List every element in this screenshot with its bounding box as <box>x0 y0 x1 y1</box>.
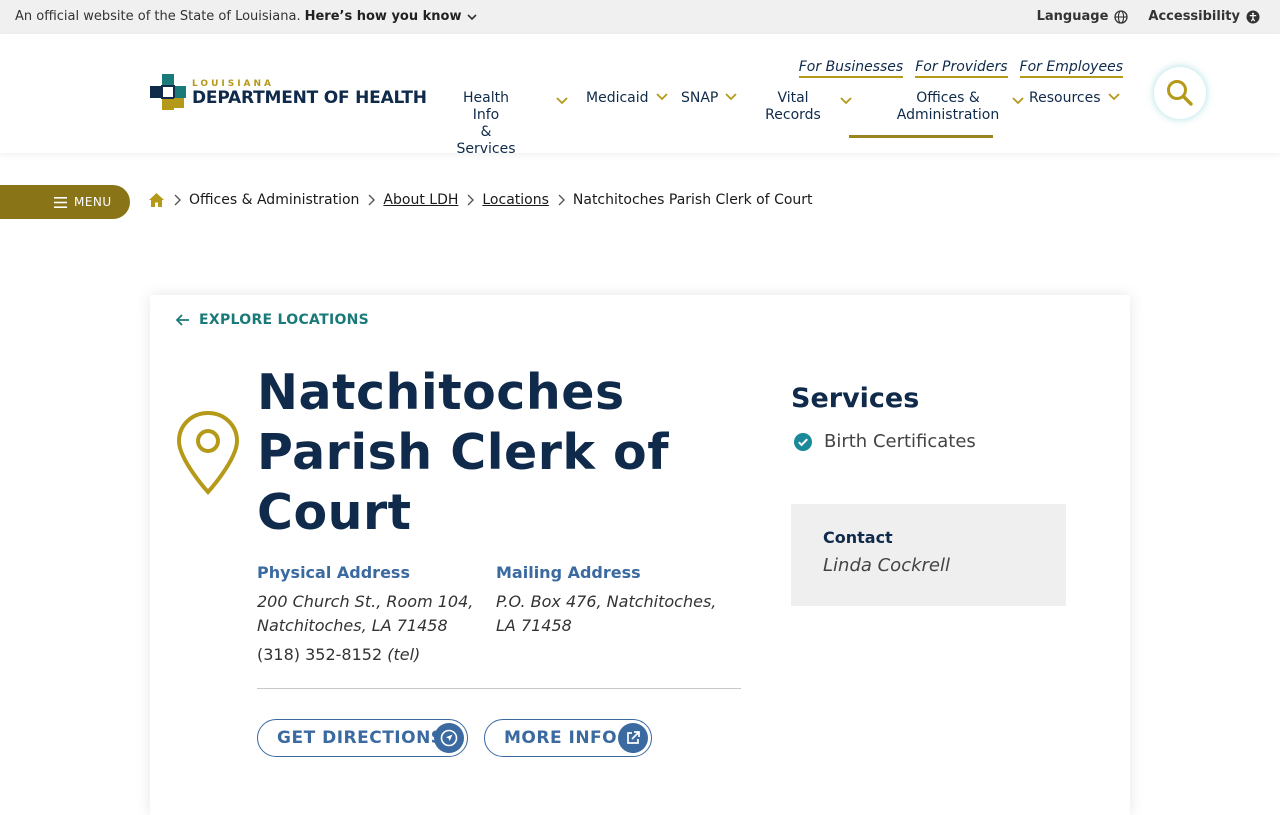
chevron-right-icon <box>558 194 565 206</box>
utility-links: For Businesses For Providers For Employe… <box>798 59 1123 78</box>
chevron-down-icon <box>725 93 738 101</box>
hamburger-icon <box>54 196 67 208</box>
contact-heading: Contact <box>823 528 893 547</box>
services-heading: Services <box>791 383 920 414</box>
accessibility-label: Accessibility <box>1148 9 1240 24</box>
service-item: Birth Certificates <box>793 431 976 452</box>
nav-label: Resources <box>1029 90 1101 106</box>
external-link-icon <box>627 731 640 744</box>
more-info-icon-circle <box>618 723 648 753</box>
contact-box: Contact Linda Cockrell <box>791 504 1066 606</box>
breadcrumb-about-ldh[interactable]: About LDH <box>383 192 458 208</box>
contact-name: Linda Cockrell <box>823 555 950 576</box>
physical-address-line1: 200 Church St., Room 104, <box>257 592 474 611</box>
chevron-right-icon <box>174 194 181 206</box>
navigation-arrow-icon <box>440 729 458 747</box>
location-card: EXPLORE LOCATIONS Natchitoches Parish Cl… <box>150 295 1130 815</box>
arrow-left-icon <box>176 314 189 326</box>
nav-label-line2: Administration <box>896 107 1000 123</box>
accessibility-button[interactable]: Accessibility <box>1148 9 1260 24</box>
nav-health-info[interactable]: Health Info & Services <box>449 90 586 158</box>
language-label: Language <box>1036 9 1109 24</box>
nav-vital-records[interactable]: Vital Records <box>763 90 871 124</box>
nav-offices-administration[interactable]: Offices & Administration <box>849 90 1039 138</box>
breadcrumb-locations[interactable]: Locations <box>482 192 549 208</box>
how-you-know-toggle[interactable]: Here’s how you know <box>305 9 462 24</box>
search-button[interactable] <box>1154 67 1206 119</box>
more-info-button[interactable]: MORE INFO <box>484 719 652 757</box>
breadcrumb: Offices & Administration About LDH Locat… <box>148 192 813 208</box>
chevron-right-icon <box>467 194 475 206</box>
nav-label-line2: Records <box>765 107 821 123</box>
chevron-down-icon <box>1012 97 1024 105</box>
explore-locations-link[interactable]: EXPLORE LOCATIONS <box>176 312 369 328</box>
chevron-down-icon <box>556 97 568 105</box>
accessibility-icon <box>1246 10 1260 23</box>
check-circle-icon <box>794 432 812 451</box>
nav-label-line1: Vital <box>777 90 809 106</box>
nav-snap[interactable]: SNAP <box>681 90 763 107</box>
site-header: LOUISIANA DEPARTMENT OF HEALTH For Busin… <box>0 34 1280 157</box>
address-divider <box>257 688 741 689</box>
menu-button[interactable]: MENU <box>0 185 130 219</box>
main-nav: Health Info & Services Medicaid SNAP Vita… <box>449 90 1129 158</box>
breadcrumb-current: Natchitoches Parish Clerk of Court <box>572 192 813 208</box>
link-for-businesses[interactable]: For Businesses <box>798 59 904 78</box>
link-for-employees[interactable]: For Employees <box>1019 59 1123 78</box>
language-button[interactable]: Language <box>1037 9 1129 24</box>
get-directions-button[interactable]: GET DIRECTIONS <box>257 719 468 757</box>
location-title: Natchitoches Parish Clerk of Court <box>257 364 670 541</box>
physical-address-label: Physical Address <box>257 563 410 582</box>
menu-label: MENU <box>74 195 112 209</box>
nav-label-line1: Health Info <box>463 90 509 123</box>
chevron-down-icon[interactable] <box>465 10 479 24</box>
nav-medicaid[interactable]: Medicaid <box>586 90 681 107</box>
search-icon <box>1167 80 1193 106</box>
mailing-address: Mailing Address P.O. Box 476, Natchitoch… <box>496 563 741 638</box>
phone-value: (318) 352-8152 <box>257 645 383 664</box>
ldh-cross-logo-icon <box>150 74 186 110</box>
phone-number[interactable]: (318) 352-8152 (tel) <box>257 645 487 664</box>
globe-icon <box>1114 9 1129 24</box>
nav-resources[interactable]: Resources <box>1029 90 1129 107</box>
gov-banner-tools: Language Accessibility <box>1037 9 1260 24</box>
home-icon[interactable] <box>148 192 165 208</box>
gov-banner: An official website of the State of Loui… <box>0 0 1280 34</box>
breadcrumb-offices[interactable]: Offices & Administration <box>189 192 359 208</box>
chevron-down-icon <box>840 97 852 105</box>
mailing-address-line2: LA 71458 <box>496 616 572 635</box>
nav-label: Medicaid <box>586 90 649 106</box>
nav-label-line1: Offices & <box>916 90 980 106</box>
physical-address-line2: Natchitoches, LA 71458 <box>257 616 448 635</box>
chevron-down-icon <box>655 93 668 101</box>
get-directions-label: GET DIRECTIONS <box>277 728 444 748</box>
map-pin-icon <box>176 410 240 495</box>
more-info-label: MORE INFO <box>504 728 618 748</box>
gov-banner-text: An official website of the State of Loui… <box>15 9 301 24</box>
explore-locations-label: EXPLORE LOCATIONS <box>199 312 370 328</box>
ldh-logo[interactable]: LOUISIANA DEPARTMENT OF HEALTH <box>150 74 427 112</box>
phone-type: (tel) <box>387 645 421 664</box>
link-for-providers[interactable]: For Providers <box>915 59 1008 78</box>
physical-address: Physical Address 200 Church St., Room 10… <box>257 563 487 664</box>
mailing-address-line1: P.O. Box 476, Natchitoches, <box>496 592 717 611</box>
nav-label: SNAP <box>681 90 719 106</box>
mailing-address-label: Mailing Address <box>496 563 641 582</box>
chevron-down-icon <box>1107 93 1120 101</box>
logo-department: DEPARTMENT OF HEALTH <box>192 87 427 108</box>
gov-banner-text-group: An official website of the State of Loui… <box>15 9 479 24</box>
service-label: Birth Certificates <box>824 431 976 452</box>
directions-icon-circle <box>434 723 464 753</box>
nav-label-line2: & Services <box>456 124 516 157</box>
chevron-right-icon <box>368 194 376 206</box>
